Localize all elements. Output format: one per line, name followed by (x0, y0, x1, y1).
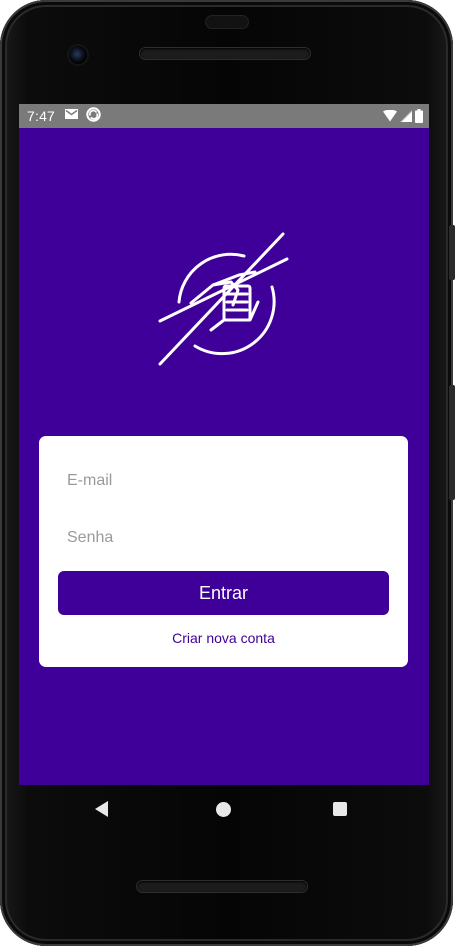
wifi-icon (383, 109, 397, 121)
navigation-bar (19, 785, 429, 835)
power-button (449, 225, 455, 280)
handshake-circle-icon (158, 232, 289, 366)
front-camera (69, 46, 87, 64)
email-field[interactable] (67, 470, 379, 492)
sync-icon (86, 107, 101, 122)
status-icons-right (383, 107, 423, 124)
volume-button (449, 385, 455, 500)
signal-icon (400, 109, 412, 122)
bottom-speaker (137, 881, 307, 892)
app-screen: 7:47 E-mail Entrar Criar nova conta (19, 104, 429, 785)
password-field[interactable] (67, 527, 379, 549)
earpiece (206, 16, 248, 28)
top-speaker (140, 48, 310, 59)
login-card: Entrar Criar nova conta (39, 436, 408, 667)
back-icon[interactable] (95, 801, 109, 817)
home-icon[interactable] (216, 802, 231, 817)
status-bar: 7:47 (19, 104, 429, 128)
recents-icon[interactable] (333, 802, 347, 816)
mail-icon (65, 109, 78, 119)
enter-button[interactable]: Entrar (58, 571, 389, 615)
create-account-link[interactable]: Criar nova conta (39, 630, 408, 646)
status-time: 7:47 (27, 108, 56, 124)
battery-icon (415, 108, 423, 123)
